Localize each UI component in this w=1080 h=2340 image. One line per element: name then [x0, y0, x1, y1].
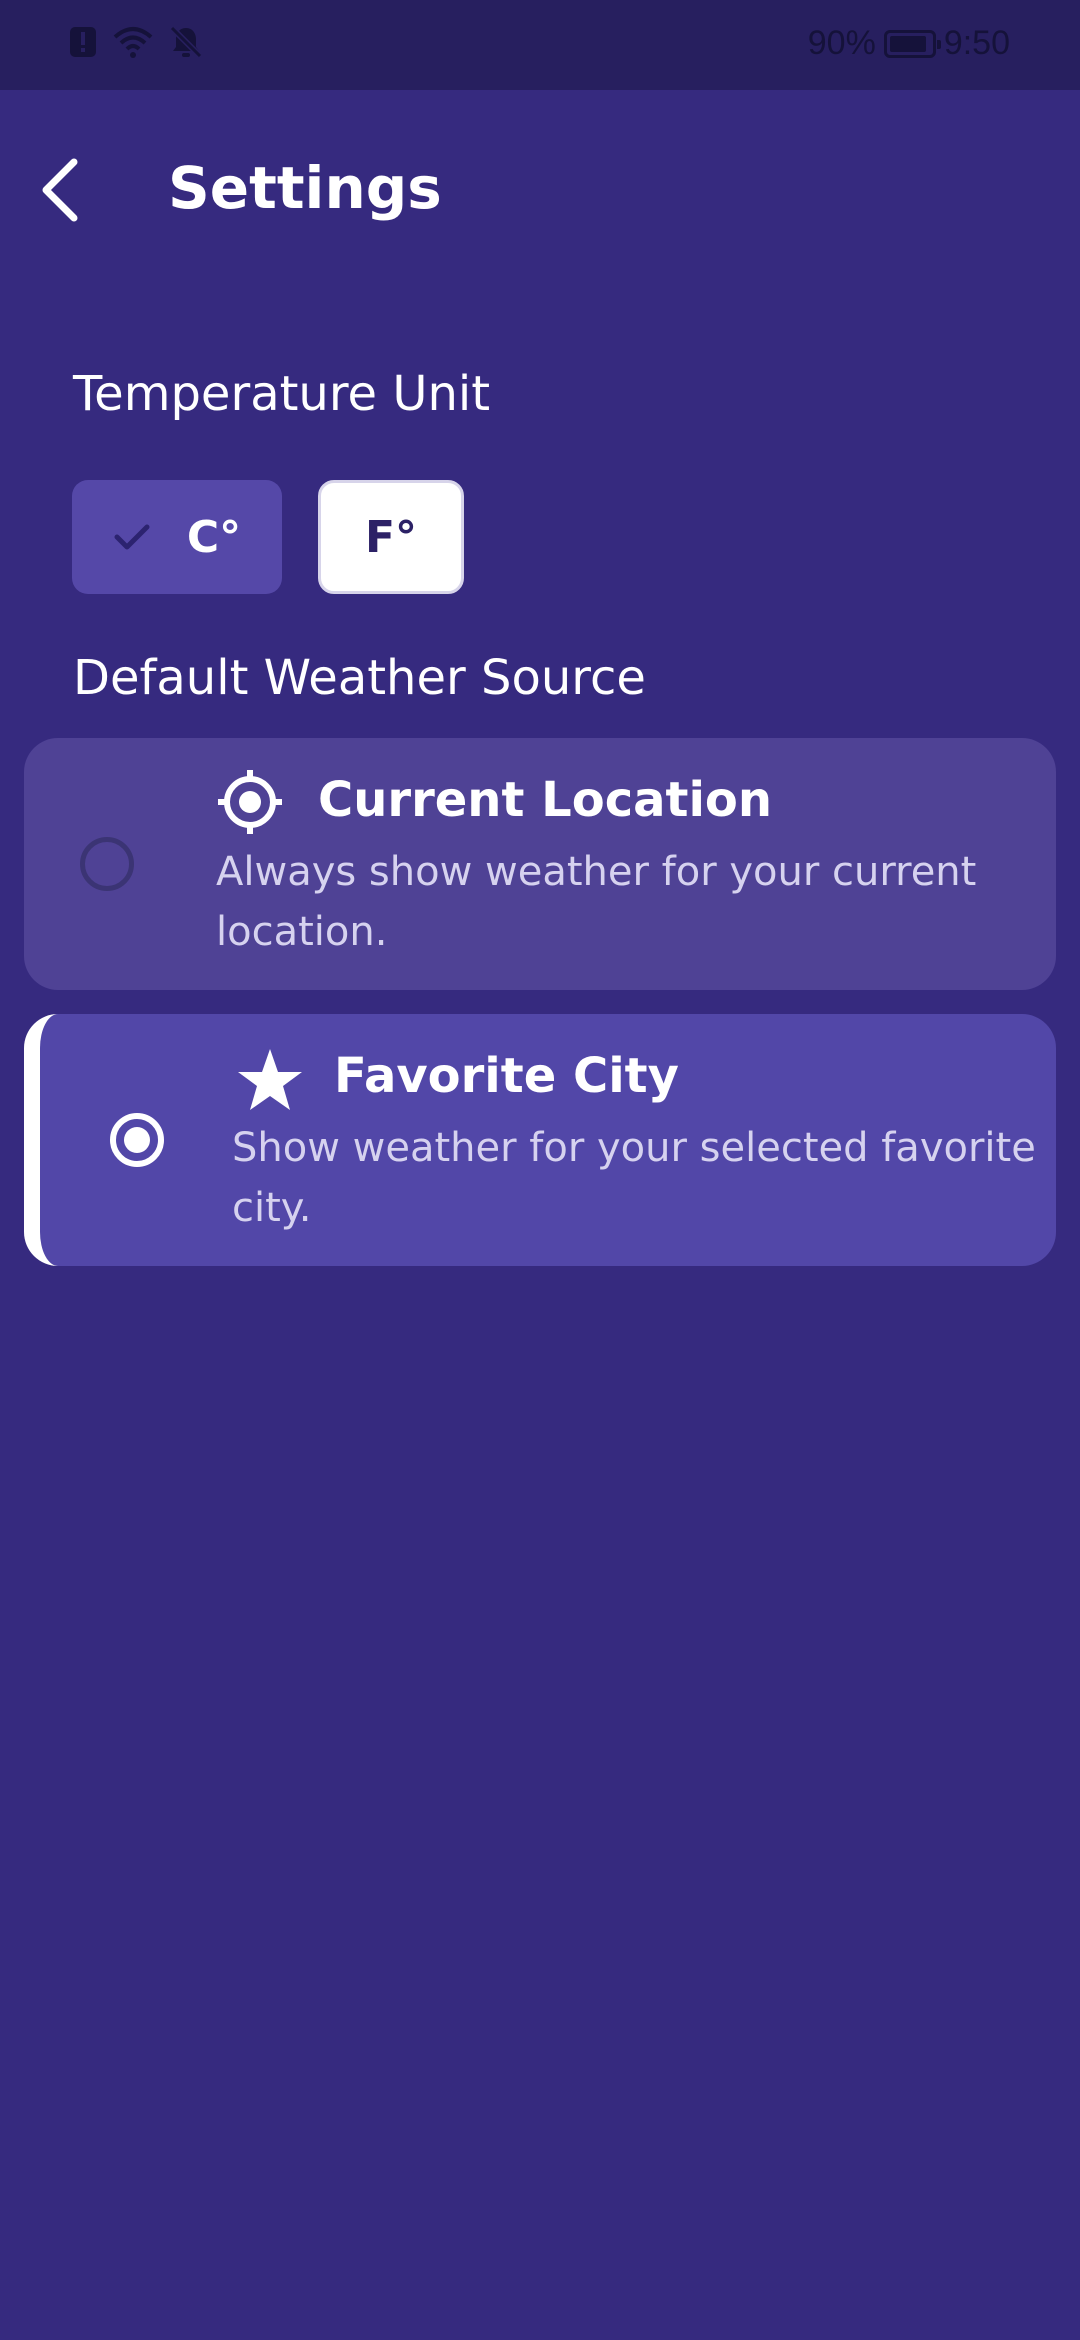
current-location-description: Always show weather for your current loc… — [216, 849, 977, 955]
radio-favorite-city[interactable] — [110, 1113, 164, 1167]
radio-current-location[interactable] — [80, 837, 134, 891]
battery-level-fill — [889, 35, 926, 52]
status-info-right: 90% 9:50 — [808, 24, 1010, 63]
source-option-current-location[interactable]: Current Location Always show weather for… — [24, 738, 1056, 990]
unit-celsius-label: C° — [186, 511, 242, 563]
battery-charging-icon — [883, 29, 941, 58]
battery-percent: 90% — [807, 24, 876, 62]
status-bar: 90% 9:50 — [0, 0, 1080, 90]
app-bar: Settings — [0, 90, 1080, 290]
source-option-favorite-city[interactable]: Favorite City Show weather for your sele… — [24, 1014, 1056, 1266]
alert-icon — [70, 27, 96, 57]
chevron-left-icon — [42, 158, 78, 222]
check-icon — [114, 524, 150, 550]
favorite-city-description: Show weather for your selected favorite … — [232, 1125, 1036, 1231]
location-target-icon — [218, 770, 282, 834]
temperature-unit-toggle: C° F° — [72, 480, 464, 594]
status-icons-left — [68, 24, 204, 60]
current-location-title: Current Location — [318, 772, 773, 828]
status-time: 9:50 — [943, 24, 1010, 62]
wifi-icon — [113, 27, 153, 58]
weather-source-label: Default Weather Source — [73, 650, 646, 706]
notifications-off-icon — [169, 25, 203, 59]
unit-fahrenheit-label: F° — [364, 511, 418, 563]
unit-option-fahrenheit[interactable]: F° — [318, 480, 464, 594]
unit-option-celsius[interactable]: C° — [72, 480, 282, 594]
back-button[interactable] — [28, 150, 92, 230]
star-icon — [238, 1049, 302, 1110]
page-title: Settings — [168, 154, 442, 222]
favorite-city-title: Favorite City — [334, 1048, 679, 1104]
temperature-unit-label: Temperature Unit — [73, 366, 491, 422]
